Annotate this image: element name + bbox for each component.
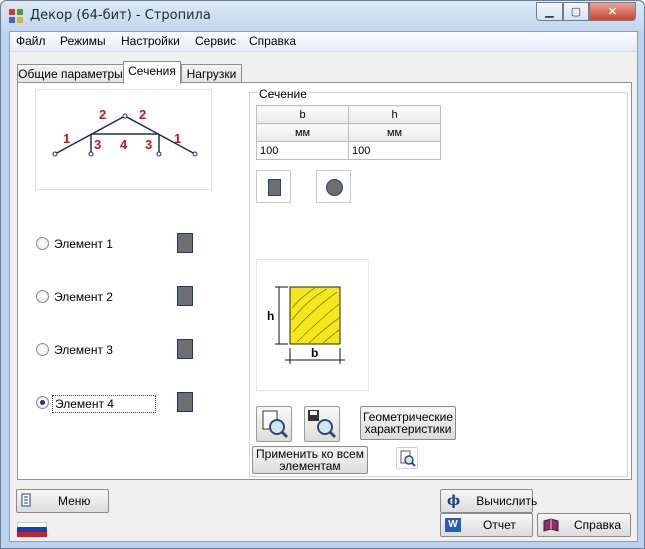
minimize-icon: ▁ <box>545 6 554 18</box>
client-area: Файл Режимы Настройки Сервис Справка Общ… <box>9 31 638 542</box>
help-button[interactable]: Справка <box>537 513 631 537</box>
radio-circle[interactable] <box>36 237 49 250</box>
geometry-button[interactable]: Геометрические характеристики <box>360 406 456 440</box>
sections-panel: 1 2 2 1 3 4 3 Элемент 1 Элемент 2 Элемен… <box>17 82 632 480</box>
truss-label-2-left: 2 <box>99 107 106 122</box>
tab-general[interactable]: Общие параметры <box>17 64 124 83</box>
app-icon <box>9 9 23 23</box>
help-label: Справка <box>574 518 622 532</box>
element-3-label: Элемент 3 <box>54 343 113 357</box>
word-icon: W <box>445 518 461 532</box>
radio-circle[interactable] <box>36 290 49 303</box>
title-bar: Декор (64-бит) - Стропила ▁ ▢ ✕ <box>1 1 644 31</box>
circle-section-button[interactable] <box>316 170 351 203</box>
zoom-section-button[interactable] <box>256 406 292 442</box>
book-icon <box>543 518 559 532</box>
russian-flag-icon[interactable] <box>17 522 47 537</box>
app-window: Декор (64-бит) - Стропила ▁ ▢ ✕ Файл Реж… <box>0 0 645 549</box>
calculate-label: Вычислить <box>476 494 538 508</box>
unit-h: мм <box>348 123 441 142</box>
element-4-section-swatch[interactable] <box>177 392 193 412</box>
save-section-button[interactable] <box>304 406 340 442</box>
column-header-h: h <box>348 105 441 124</box>
tab-sections[interactable]: Сечения <box>123 61 181 84</box>
menu-button[interactable]: Меню <box>16 489 109 513</box>
maximize-button[interactable]: ▢ <box>563 2 589 21</box>
truss-label-1-left: 1 <box>63 131 70 146</box>
truss-label-4: 4 <box>120 137 128 152</box>
phi-icon: ϕ <box>447 493 461 509</box>
unit-b: мм <box>256 123 349 142</box>
small-magnifier-icon <box>400 450 416 467</box>
menu-bar: Файл Режимы Настройки Сервис Справка <box>10 32 637 52</box>
element-2-label: Элемент 2 <box>54 290 113 304</box>
dim-h-label: h <box>267 309 274 323</box>
truss-label-2-right: 2 <box>139 107 146 122</box>
wood-section-drawing: h b <box>267 286 345 364</box>
tab-loads[interactable]: Нагрузки <box>181 64 242 83</box>
apply-to-all-button[interactable]: Применить ко всем элементам <box>252 446 368 474</box>
minimize-button[interactable]: ▁ <box>536 2 563 21</box>
rectangle-section-button[interactable] <box>256 170 291 203</box>
rectangle-icon <box>268 179 281 196</box>
radio-circle[interactable] <box>36 396 49 409</box>
section-preview: h b <box>256 259 369 391</box>
truss-diagram: 1 2 2 1 3 4 3 <box>35 89 212 190</box>
magnifier-icon <box>262 410 289 439</box>
truss-label-1-right: 1 <box>174 131 181 146</box>
truss-label-3-left: 3 <box>94 137 101 152</box>
truss-drawing: 1 2 2 1 3 4 3 <box>52 107 198 157</box>
section-grid: b h мм мм 100 100 <box>256 105 441 160</box>
value-h-cell[interactable]: 100 <box>348 141 441 160</box>
report-label: Отчет <box>483 518 516 532</box>
radio-circle[interactable] <box>36 343 49 356</box>
close-button[interactable]: ✕ <box>589 2 636 21</box>
close-icon: ✕ <box>607 6 618 18</box>
menu-icon <box>21 493 31 507</box>
menu-help[interactable]: Справка <box>249 34 296 48</box>
save-magnifier-icon <box>308 410 337 439</box>
report-button[interactable]: W Отчет <box>440 513 533 537</box>
truss-label-3-right: 3 <box>145 137 152 152</box>
circle-icon <box>326 179 343 196</box>
menu-file[interactable]: Файл <box>16 34 46 48</box>
element-1-section-swatch[interactable] <box>177 233 193 253</box>
value-b-cell[interactable]: 100 <box>256 141 349 160</box>
menu-modes[interactable]: Режимы <box>60 34 106 48</box>
menu-button-label: Меню <box>58 494 91 508</box>
element-3-section-swatch[interactable] <box>177 339 193 359</box>
window-title: Декор (64-бит) - Стропила <box>30 8 211 23</box>
preview-zoom-button[interactable] <box>396 447 418 469</box>
element-4-label: Элемент 4 <box>52 395 156 413</box>
column-header-b: b <box>256 105 349 124</box>
element-1-label: Элемент 1 <box>54 237 113 251</box>
section-group-label: Сечение <box>257 87 309 101</box>
menu-service[interactable]: Сервис <box>195 34 236 48</box>
calculate-button[interactable]: ϕ Вычислить <box>440 489 537 513</box>
maximize-icon: ▢ <box>570 6 582 18</box>
dim-b-label: b <box>311 346 318 360</box>
menu-settings[interactable]: Настройки <box>121 34 180 48</box>
element-2-section-swatch[interactable] <box>177 286 193 306</box>
